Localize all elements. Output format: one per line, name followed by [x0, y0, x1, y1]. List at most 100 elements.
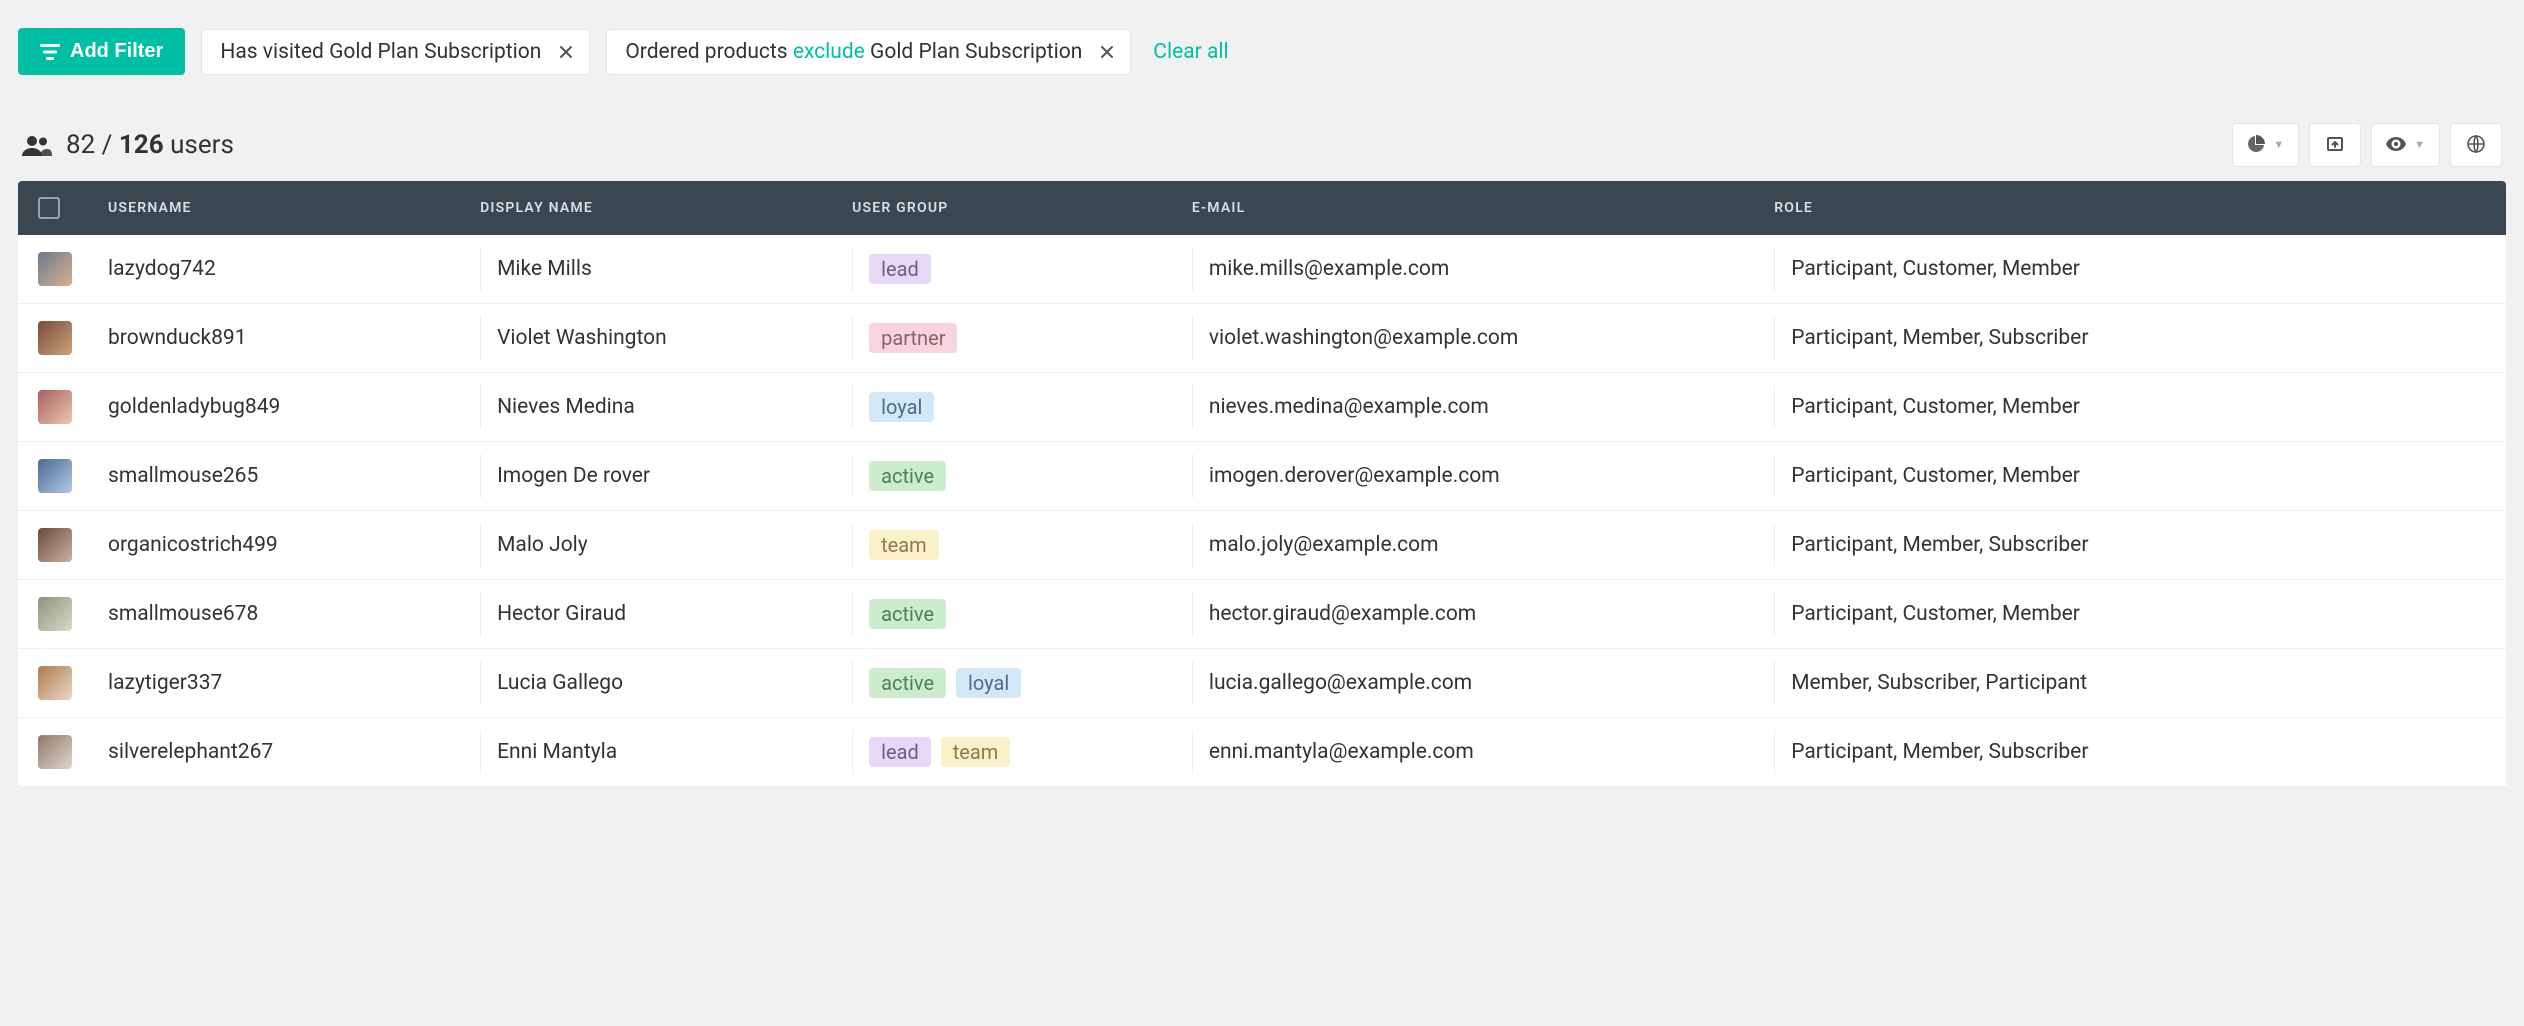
cell-user-group: active [852, 454, 1192, 498]
avatar [38, 252, 72, 286]
chevron-down-icon: ▼ [2414, 139, 2425, 151]
cell-display-name: Enni Mantyla [480, 730, 852, 774]
user-count: 82 / 126 users [22, 130, 234, 160]
globe-button[interactable] [2450, 123, 2502, 167]
avatar [38, 597, 72, 631]
avatar [38, 321, 72, 355]
cell-username: goldenladybug849 [108, 395, 480, 419]
group-tag: partner [869, 323, 957, 353]
users-label: users [164, 130, 234, 160]
eye-icon [2386, 137, 2406, 154]
cell-user-group: active [852, 592, 1192, 636]
clear-all-link[interactable]: Clear all [1147, 40, 1234, 64]
filtered-count: 82 [66, 130, 95, 160]
chart-button[interactable]: ▼ [2232, 123, 2299, 167]
filter-chip-text: Has visited Gold Plan Subscription [220, 40, 541, 64]
filter-exclude-keyword: exclude [793, 40, 865, 64]
pie-chart-icon [2247, 135, 2265, 156]
cell-display-name: Malo Joly [480, 523, 852, 567]
group-tag: active [869, 668, 946, 698]
cell-role: Participant, Customer, Member [1774, 454, 2486, 498]
export-icon [2326, 135, 2344, 156]
cell-username: brownduck891 [108, 326, 480, 350]
close-icon[interactable] [555, 41, 577, 63]
cell-email: imogen.derover@example.com [1192, 454, 1774, 498]
filter-chip[interactable]: Has visited Gold Plan Subscription [201, 29, 590, 75]
cell-username: lazytiger337 [108, 671, 480, 695]
avatar [38, 459, 72, 493]
group-tag: team [941, 737, 1011, 767]
cell-role: Member, Subscriber, Participant [1774, 661, 2486, 705]
cell-display-name: Hector Giraud [480, 592, 852, 636]
group-tag: loyal [869, 392, 934, 422]
users-icon [22, 134, 52, 156]
cell-display-name: Violet Washington [480, 316, 852, 360]
summary-row: 82 / 126 users ▼ ▼ [18, 123, 2506, 167]
filter-chip[interactable]: Ordered products exclude Gold Plan Subsc… [606, 29, 1131, 75]
avatar [38, 528, 72, 562]
total-count: 126 [119, 130, 164, 160]
avatar [38, 735, 72, 769]
table-row[interactable]: lazytiger337Lucia Gallego active loyal luci… [18, 649, 2506, 718]
add-filter-button[interactable]: Add Filter [18, 28, 185, 75]
filter-icon [40, 43, 60, 61]
th-username[interactable]: USERNAME [108, 200, 480, 216]
cell-display-name: Lucia Gallego [480, 661, 852, 705]
th-user-group[interactable]: USER GROUP [852, 200, 1192, 216]
group-tag: lead [869, 737, 931, 767]
group-tag: lead [869, 254, 931, 284]
cell-role: Participant, Member, Subscriber [1774, 316, 2486, 360]
cell-username: smallmouse265 [108, 464, 480, 488]
th-display-name[interactable]: DISPLAY NAME [480, 200, 852, 216]
table-row[interactable]: silverelephant267Enni Mantylaleadteamenn… [18, 718, 2506, 787]
cell-role: Participant, Member, Subscriber [1774, 523, 2486, 567]
th-email[interactable]: E-MAIL [1192, 200, 1774, 216]
avatar [38, 390, 72, 424]
cell-email: violet.washington@example.com [1192, 316, 1774, 360]
chevron-down-icon: ▼ [2273, 139, 2284, 151]
table-row[interactable]: smallmouse265Imogen De rover active imogen… [18, 442, 2506, 511]
cell-user-group: active loyal [852, 661, 1192, 705]
cell-username: lazydog742 [108, 257, 480, 281]
close-icon[interactable] [1096, 41, 1118, 63]
cell-user-group: lead [852, 247, 1192, 291]
group-tag: active [869, 461, 946, 491]
table-row[interactable]: lazydog742Mike Mills lead mike.mills@examp… [18, 235, 2506, 304]
group-tag: loyal [956, 668, 1021, 698]
cell-email: nieves.medina@example.com [1192, 385, 1774, 429]
table-row[interactable]: smallmouse678Hector Giraud active hector.g… [18, 580, 2506, 649]
cell-email: malo.joly@example.com [1192, 523, 1774, 567]
users-table: USERNAME DISPLAY NAME USER GROUP E-MAIL … [18, 181, 2506, 787]
cell-email: lucia.gallego@example.com [1192, 661, 1774, 705]
cell-username: organicostrich499 [108, 533, 480, 557]
cell-role: Participant, Customer, Member [1774, 592, 2486, 636]
table-row[interactable]: goldenladybug849Nieves Medina loyal nieves… [18, 373, 2506, 442]
cell-email: enni.mantyla@example.com [1192, 730, 1774, 774]
cell-display-name: Nieves Medina [480, 385, 852, 429]
cell-username: smallmouse678 [108, 602, 480, 626]
cell-display-name: Mike Mills [480, 247, 852, 291]
cell-user-group: partner [852, 316, 1192, 360]
table-row[interactable]: brownduck891Violet Washington partner viol… [18, 304, 2506, 373]
cell-email: mike.mills@example.com [1192, 247, 1774, 291]
table-row[interactable]: organicostrich499Malo Joly team malo.joly@… [18, 511, 2506, 580]
filter-bar: Add Filter Has visited Gold Plan Subscri… [18, 28, 2506, 75]
toolbar-actions: ▼ ▼ [2232, 123, 2502, 167]
filter-chip-text: Ordered products exclude Gold Plan Subsc… [625, 40, 1082, 64]
cell-user-group: loyal [852, 385, 1192, 429]
cell-role: Participant, Customer, Member [1774, 247, 2486, 291]
add-filter-label: Add Filter [70, 40, 163, 63]
cell-display-name: Imogen De rover [480, 454, 852, 498]
select-all-checkbox[interactable] [38, 197, 60, 219]
group-tag: active [869, 599, 946, 629]
th-role[interactable]: ROLE [1774, 200, 2486, 216]
visibility-button[interactable]: ▼ [2371, 123, 2440, 167]
export-button[interactable] [2309, 123, 2361, 167]
cell-role: Participant, Customer, Member [1774, 385, 2486, 429]
globe-icon [2467, 135, 2485, 156]
cell-role: Participant, Member, Subscriber [1774, 730, 2486, 774]
cell-email: hector.giraud@example.com [1192, 592, 1774, 636]
table-header-row: USERNAME DISPLAY NAME USER GROUP E-MAIL … [18, 181, 2506, 235]
group-tag: team [869, 530, 939, 560]
cell-user-group: team [852, 523, 1192, 567]
